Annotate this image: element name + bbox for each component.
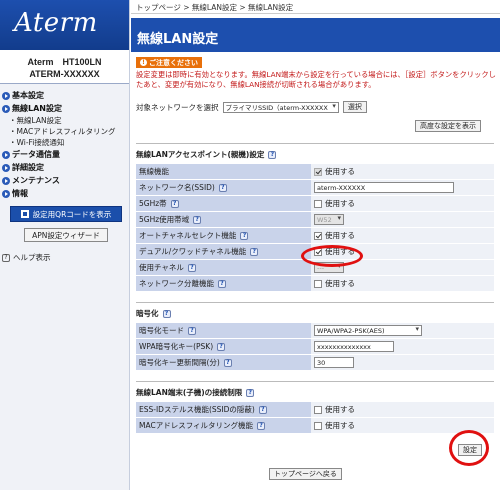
help-icon[interactable]: ? (218, 183, 227, 192)
row-auto-channel: オートチャネルセレクト機能? 使用する (136, 228, 494, 244)
auto-channel-checkbox[interactable] (314, 231, 322, 240)
ssid-input[interactable]: aterm-XXXXXX (314, 182, 454, 193)
device-info: Aterm HT100LN ATERM-XXXXXX (0, 50, 129, 84)
help-icon[interactable]: ? (170, 199, 179, 208)
network-select-row: 対象ネットワークを選択 プライマリSSID（aterm-XXXXXX 選択 (136, 101, 367, 113)
5ghz-checkbox[interactable] (314, 199, 322, 208)
ap-section-title: 無線LANアクセスポイント(親機)設定? (136, 149, 277, 160)
sidebar-nav: 基本設定 無線LAN設定 無線LAN設定 MACアドレスフィルタリング Wi-F… (0, 84, 129, 200)
help-icon[interactable]: ? (188, 326, 196, 335)
help-icon[interactable]: ? (193, 215, 202, 224)
key-interval-input[interactable]: 30 (314, 357, 354, 368)
network-select[interactable]: プライマリSSID（aterm-XXXXXX (222, 101, 339, 113)
advanced-settings-button[interactable]: 高度な設定を表示 (415, 120, 481, 132)
nav-item-wireless[interactable]: 無線LAN設定 (0, 102, 129, 115)
highlight-circle (301, 245, 363, 267)
help-icon[interactable]: ? (250, 247, 259, 256)
help-icon[interactable]: ? (246, 388, 255, 397)
select-button[interactable]: 選択 (342, 101, 367, 113)
qr-code-button[interactable]: 設定用QRコードを表示 (10, 206, 122, 222)
nav-item-basic[interactable]: 基本設定 (0, 89, 129, 102)
arrow-icon (2, 150, 10, 159)
help-icon[interactable]: ? (187, 263, 196, 272)
psk-input[interactable]: xxxxxxxxxxxxxx (314, 341, 394, 352)
row-enc-mode: 暗号化モード? WPA/WPA2-PSK(AES) (136, 323, 494, 339)
help-icon[interactable]: ? (258, 405, 267, 414)
nav-item-advanced[interactable]: 詳細設定 (0, 161, 129, 174)
exclamation-icon: ! (140, 59, 147, 66)
highlight-circle (449, 430, 489, 466)
nav-item-data-usage[interactable]: データ通信量 (0, 148, 129, 161)
help-icon[interactable]: ? (218, 279, 226, 288)
limit-settings-table: ESS-IDステルス機能(SSIDの隠蔽)? 使用する MACアドレスフィルタリ… (136, 402, 494, 434)
row-key-interval: 暗号化キー更新間隔(分)? 30 (136, 355, 494, 371)
arrow-icon (2, 189, 10, 198)
row-mac-filter: MACアドレスフィルタリング機能? 使用する (136, 418, 494, 434)
arrow-icon (2, 176, 10, 185)
row-ssid: ネットワーク名(SSID)? aterm-XXXXXX (136, 180, 494, 196)
row-5ghz-band: 5GHz使用帯域? W52 (136, 212, 494, 228)
notice-badge: ! ご注意ください (136, 57, 202, 68)
row-5ghz: 5GHz帯? 使用する (136, 196, 494, 212)
main-content: トップページ > 無線LAN設定 > 無線LAN設定 無線LAN設定 ! ご注意く… (131, 0, 500, 490)
help-icon[interactable]: ? (268, 150, 277, 159)
arrow-icon (2, 104, 10, 113)
help-link[interactable]: ? ヘルプ表示 (2, 252, 129, 263)
notice-text: 設定変更は即時に有効となります。無線LAN端末から設定を行っている場合には、［設… (136, 70, 496, 89)
nav-item-maintenance[interactable]: メンテナンス (0, 174, 129, 187)
arrow-icon (2, 91, 10, 100)
divider (136, 381, 494, 382)
page-title: 無線LAN設定 (131, 18, 500, 52)
device-id: ATERM-XXXXXX (29, 69, 100, 79)
help-icon: ? (2, 253, 10, 262)
logo-band: Aterm (0, 0, 129, 50)
ssid-stealth-checkbox[interactable] (314, 405, 322, 414)
row-psk: WPA暗号化キー(PSK)? xxxxxxxxxxxxxx (136, 339, 494, 355)
arrow-icon (2, 163, 10, 172)
enc-mode-select[interactable]: WPA/WPA2-PSK(AES) (314, 325, 422, 336)
help-icon[interactable]: ? (217, 342, 226, 351)
nav-sub-wireless-settings[interactable]: 無線LAN設定 (0, 115, 129, 126)
apn-wizard-button[interactable]: APN設定ウィザード (24, 228, 108, 242)
help-icon[interactable]: ? (162, 309, 171, 318)
help-icon[interactable]: ? (240, 231, 249, 240)
qr-icon (20, 210, 29, 218)
enc-settings-table: 暗号化モード? WPA/WPA2-PSK(AES) WPA暗号化キー(PSK)?… (136, 323, 494, 371)
row-network-isolation: ネットワーク分離機能? 使用する (136, 276, 494, 292)
network-isolation-checkbox[interactable] (314, 279, 322, 288)
nav-sub-mac-filter[interactable]: MACアドレスフィルタリング (0, 126, 129, 137)
ap-settings-table: 無線機能 使用する ネットワーク名(SSID)? aterm-XXXXXX 5G… (136, 164, 494, 292)
nav-item-info[interactable]: 情報 (0, 187, 129, 200)
help-icon[interactable]: ? (257, 421, 266, 430)
network-select-label: 対象ネットワークを選択 (136, 102, 219, 112)
sidebar: Aterm Aterm HT100LN ATERM-XXXXXX 基本設定 無線… (0, 0, 130, 490)
5ghz-band-select[interactable]: W52 (314, 214, 344, 225)
limit-section-title: 無線LAN端末(子機)の接続制限? (136, 387, 255, 398)
back-to-top-button[interactable]: トップページへ戻る (269, 468, 342, 480)
breadcrumb: トップページ > 無線LAN設定 > 無線LAN設定 (131, 0, 500, 14)
help-icon[interactable]: ? (223, 358, 232, 367)
wireless-function-checkbox[interactable] (314, 167, 322, 176)
device-model: Aterm HT100LN (27, 57, 102, 67)
aterm-logo: Aterm (14, 8, 98, 38)
nav-sub-wifi-notify[interactable]: Wi-Fi接続通知 (0, 137, 129, 148)
mac-filter-checkbox[interactable] (314, 421, 322, 430)
enc-section-title: 暗号化? (136, 308, 171, 319)
divider (136, 302, 494, 303)
row-ssid-stealth: ESS-IDステルス機能(SSIDの隠蔽)? 使用する (136, 402, 494, 418)
divider (136, 143, 494, 144)
row-wireless-function: 無線機能 使用する (136, 164, 494, 180)
